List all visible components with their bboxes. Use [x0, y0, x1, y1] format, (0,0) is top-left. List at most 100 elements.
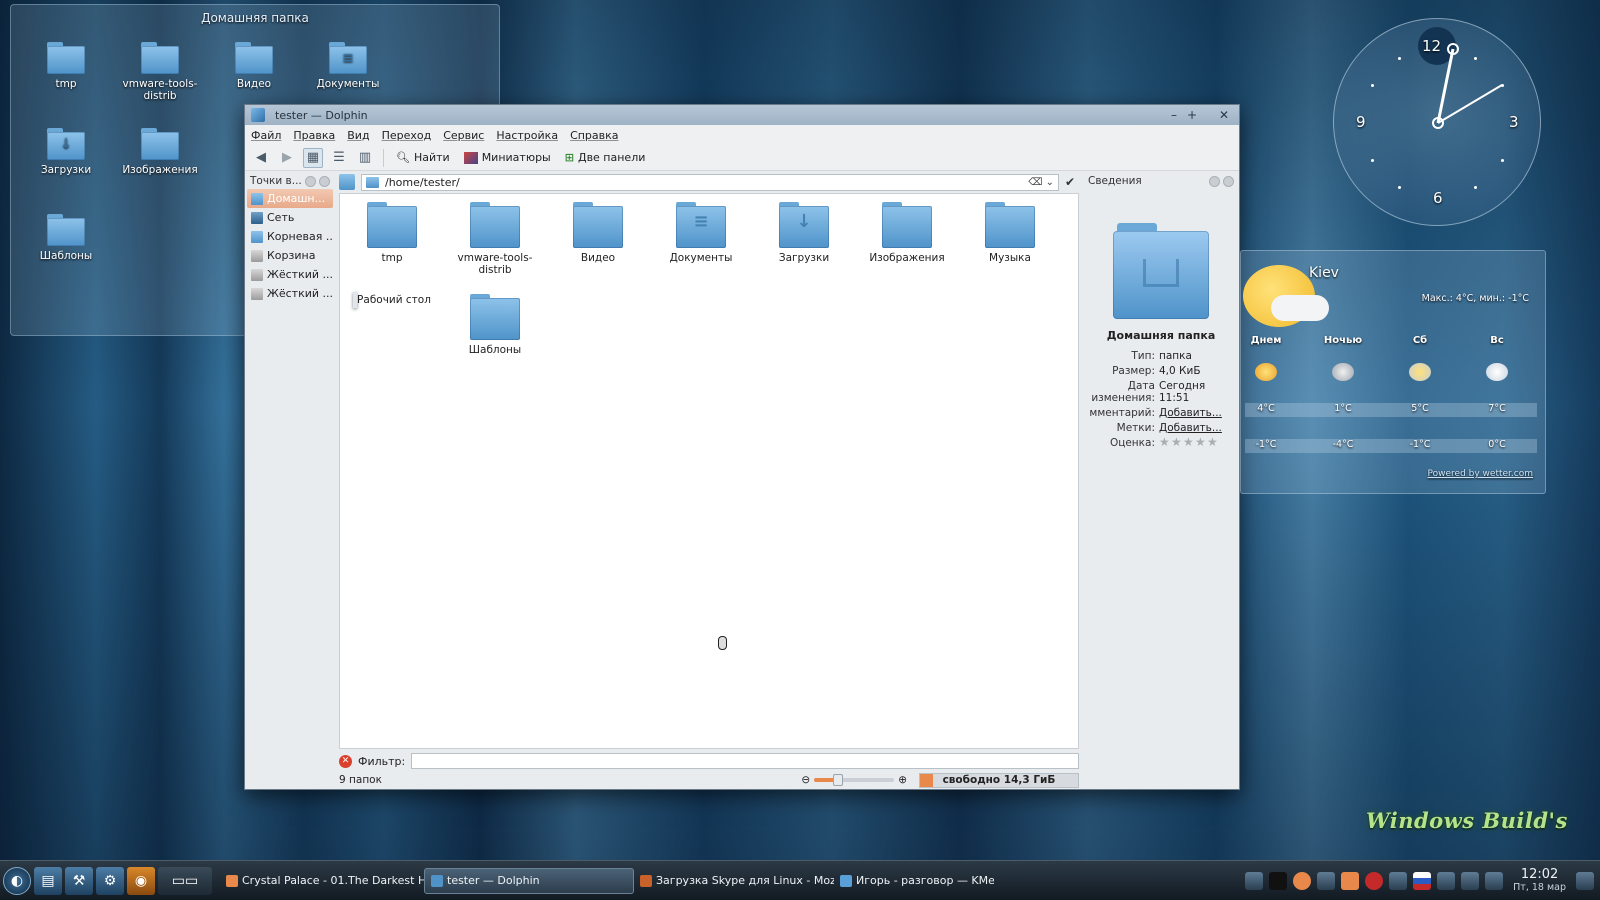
forward-button[interactable]: ▶	[277, 148, 297, 168]
desktop-icon-tmp[interactable]: tmp	[18, 42, 114, 90]
menu-settings[interactable]: Настройка	[496, 129, 558, 142]
kde-menu-icon[interactable]: ◐	[3, 866, 31, 895]
network-icon[interactable]	[1317, 871, 1336, 890]
menu-file[interactable]: Файл	[251, 129, 281, 142]
file-item-documents[interactable]: ≡ Документы	[653, 202, 749, 264]
file-item-tmp[interactable]: tmp	[344, 202, 440, 264]
find-button[interactable]: 🔍︎ Найти	[392, 149, 454, 166]
place-home[interactable]: Домашн...	[247, 189, 333, 208]
desktop-icon-pictures[interactable]: Изображения	[112, 128, 208, 176]
menubar: Файл Правка Вид Переход Сервис Настройка…	[245, 125, 1239, 145]
file-item-music[interactable]: Музыка	[962, 202, 1058, 264]
scissors-icon[interactable]	[1437, 871, 1456, 890]
menu-help[interactable]: Справка	[570, 129, 618, 142]
close-filter-icon[interactable]: ✕	[339, 754, 352, 768]
file-item-templates[interactable]: Шаблоны	[447, 294, 543, 356]
add-tags-link[interactable]: Добавить...	[1159, 422, 1237, 434]
desktop-icon[interactable]: ▤	[34, 866, 62, 895]
keyboard-layout-flag-icon[interactable]	[1413, 871, 1432, 890]
task-firefox[interactable]: Загрузка Skype для Linux - Mozilla Fir	[634, 868, 834, 894]
weather-day-2: Ночью	[1323, 335, 1363, 346]
task-dolphin[interactable]: tester — Dolphin	[424, 867, 634, 894]
minimize-button[interactable]: –	[1165, 108, 1183, 122]
settings-icon[interactable]: ⚙	[96, 866, 124, 895]
desktop-icon-video[interactable]: Видео	[206, 42, 302, 90]
digital-clock[interactable]: 12:02 Пт, 18 мар	[1509, 868, 1570, 894]
close-panel-button[interactable]	[319, 175, 330, 187]
terminal-icon[interactable]	[1269, 871, 1288, 890]
tools-icon[interactable]: ⚒	[65, 866, 93, 895]
maximize-button[interactable]: +	[1183, 108, 1201, 122]
alert-icon[interactable]	[1365, 871, 1384, 890]
close-panel-button[interactable]	[1223, 175, 1234, 187]
path-input[interactable]: /home/tester/ ⌫ ⌄	[361, 173, 1059, 191]
file-view[interactable]: tmp vmware-tools-distrib Видео ≡ Документ…	[339, 193, 1079, 749]
weather-low-row: -1°C -4°C -1°C 0°C	[1245, 439, 1537, 453]
place-disk-2[interactable]: Жёсткий ...	[247, 284, 333, 303]
place-disk-1[interactable]: Жёсткий ...	[247, 265, 333, 284]
zoom-slider-handle[interactable]	[833, 774, 844, 786]
file-item-downloads[interactable]: ↓ Загрузки	[756, 202, 852, 264]
float-panel-button[interactable]	[1209, 175, 1220, 187]
documents-folder-icon: ≡	[676, 202, 726, 248]
trash-icon[interactable]	[1576, 871, 1594, 890]
filter-input[interactable]	[411, 753, 1079, 769]
file-item-video[interactable]: Видео	[550, 202, 646, 264]
network-icon	[251, 211, 263, 224]
desktop-icon-vmware[interactable]: vmware-tools-distrib	[112, 42, 208, 102]
player-icon[interactable]	[1293, 871, 1312, 890]
rating-stars[interactable]: ★ ★ ★ ★ ★	[1159, 436, 1237, 449]
menu-tools[interactable]: Сервис	[443, 129, 484, 142]
place-network[interactable]: Сеть	[247, 208, 333, 227]
device-notifier-icon[interactable]	[1485, 871, 1504, 890]
weather-day-3: Сб	[1412, 335, 1428, 346]
partly-sunny-icon	[1255, 363, 1277, 381]
columns-view-button[interactable]: ▥	[355, 148, 375, 168]
details-view-button[interactable]: ☰	[329, 148, 349, 168]
place-trash[interactable]: Корзина	[247, 246, 333, 265]
star-icon[interactable]: ★	[1195, 436, 1206, 448]
information-panel: Сведения Домашняя папка Тип: папка Размер…	[1085, 173, 1237, 785]
clear-path-icon[interactable]: ⌫ ⌄	[1028, 177, 1058, 188]
desktop-icon-documents[interactable]: ≡ Документы	[300, 42, 396, 90]
float-panel-button[interactable]	[305, 175, 316, 187]
back-button[interactable]: ◀	[251, 148, 271, 168]
skype-icon[interactable]	[1341, 871, 1360, 890]
star-icon[interactable]: ★	[1171, 436, 1182, 448]
split-button[interactable]: ⊞ Две панели	[561, 149, 650, 166]
star-icon[interactable]: ★	[1183, 436, 1194, 448]
file-item-vmware[interactable]: vmware-tools-distrib	[447, 202, 543, 276]
folder-count: 9 папок	[339, 774, 382, 786]
star-icon[interactable]: ★	[1159, 436, 1170, 448]
weather-credit-link[interactable]: Powered by wetter.com	[1428, 469, 1533, 479]
star-icon[interactable]: ★	[1207, 436, 1218, 448]
window-titlebar[interactable]: tester — Dolphin – + ✕	[245, 105, 1239, 125]
browser-icon[interactable]: ◉	[127, 866, 155, 895]
volume-icon[interactable]	[1461, 871, 1480, 890]
task-kmess[interactable]: Игорь - разговор — KMess	[834, 868, 994, 894]
home-icon[interactable]	[339, 174, 355, 190]
icons-view-button[interactable]: ▦	[303, 147, 323, 168]
folder-icon	[470, 294, 520, 340]
home-folder-icon	[251, 192, 263, 205]
menu-edit[interactable]: Правка	[293, 129, 335, 142]
confirm-path-icon[interactable]: ✔	[1065, 175, 1079, 189]
previews-button[interactable]: Миниатюры	[460, 149, 555, 166]
menu-go[interactable]: Переход	[382, 129, 432, 142]
add-comment-link[interactable]: Добавить...	[1159, 407, 1237, 419]
zoom-slider[interactable]	[814, 774, 895, 786]
desktop-icon-templates[interactable]: Шаблоны	[18, 214, 114, 262]
zoom-in-icon[interactable]: ⊕	[898, 774, 907, 786]
cloudy-night-icon	[1332, 363, 1354, 381]
zoom-out-icon[interactable]: ⊖	[801, 774, 810, 786]
file-item-desktop[interactable]: Рабочий стол	[344, 292, 440, 308]
menu-view[interactable]: Вид	[347, 129, 369, 142]
file-item-pictures[interactable]: Изображения	[859, 202, 955, 264]
desktop-icon-downloads[interactable]: ↓ Загрузки	[18, 128, 114, 176]
place-root[interactable]: Корневая ...	[247, 227, 333, 246]
task-crystal-palace[interactable]: Crystal Palace - 01.The Darkest Hour	[220, 868, 424, 894]
activity-icon[interactable]	[1245, 871, 1264, 890]
clipboard-icon[interactable]	[1389, 871, 1408, 890]
close-button[interactable]: ✕	[1215, 108, 1233, 122]
pager-icon[interactable]: ▭▭	[158, 866, 212, 895]
